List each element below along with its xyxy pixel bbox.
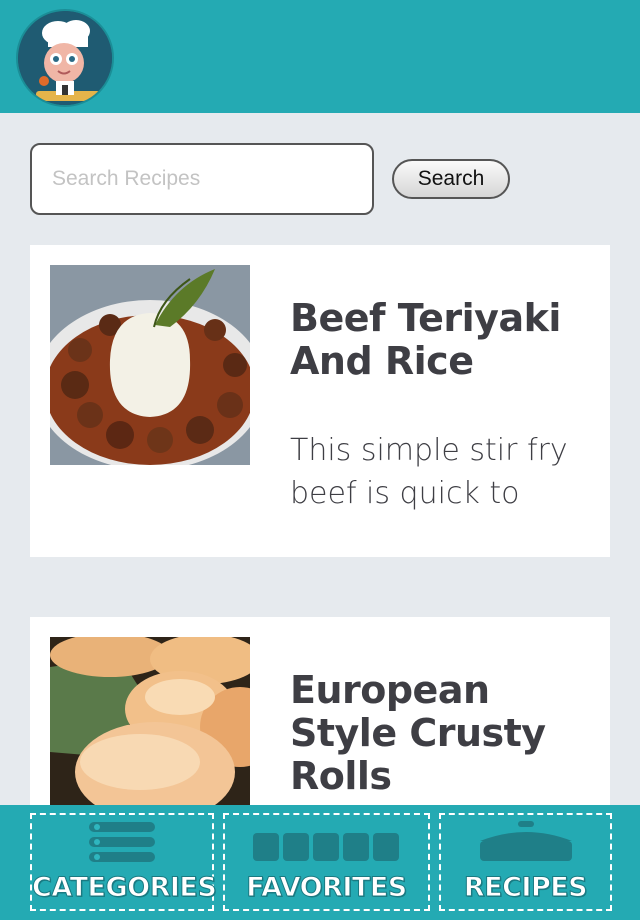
bottom-tab-bar: CATEGORIES FAVORITES RECIPES [0, 805, 640, 920]
recipe-card[interactable]: Beef Teriyaki And Rice This simple stir … [30, 245, 610, 557]
recipe-title: Beef Teriyaki And Rice [290, 296, 561, 383]
favorites-icon [252, 833, 399, 861]
search-bar: Search [30, 143, 610, 215]
tab-recipes-label: RECIPES [463, 872, 588, 904]
chef-logo-icon [18, 11, 112, 105]
recipe-image [50, 265, 250, 465]
recipe-image [50, 637, 250, 817]
categories-icon [89, 822, 155, 862]
tab-categories-label: CATEGORIES [32, 872, 218, 904]
recipes-icon [479, 821, 572, 861]
recipe-title: European Style Crusty Rolls [290, 668, 546, 798]
tab-favorites-label: FAVORITES [246, 872, 408, 904]
app-header [0, 0, 640, 113]
search-button[interactable]: Search [392, 159, 510, 199]
recipe-description-clip: This simple stir fry beef is quick to ma… [290, 429, 590, 523]
tab-recipes[interactable]: RECIPES [439, 813, 612, 911]
tab-categories[interactable]: CATEGORIES [30, 813, 218, 911]
tab-favorites[interactable]: FAVORITES [223, 813, 430, 911]
recipe-card[interactable]: European Style Crusty Rolls [30, 617, 610, 817]
recipe-description: This simple stir fry beef is quick to ma… [290, 433, 588, 523]
chef-avatar[interactable] [16, 9, 114, 107]
search-input[interactable] [30, 143, 374, 215]
